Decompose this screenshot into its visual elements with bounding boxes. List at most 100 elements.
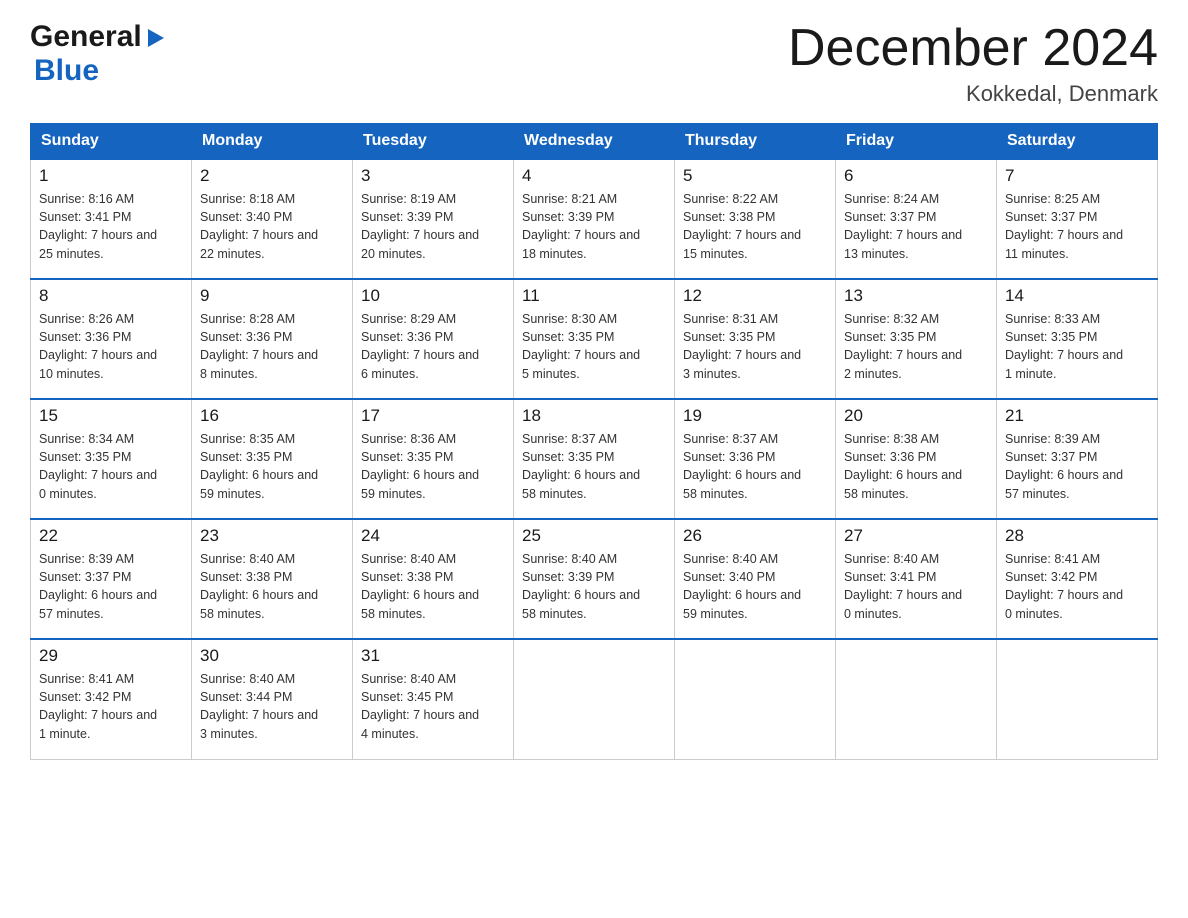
day-number: 16 [200, 406, 344, 426]
day-info: Sunrise: 8:40 AM Sunset: 3:38 PM Dayligh… [200, 550, 344, 623]
calendar-cell: 8 Sunrise: 8:26 AM Sunset: 3:36 PM Dayli… [31, 279, 192, 399]
week-row-2: 8 Sunrise: 8:26 AM Sunset: 3:36 PM Dayli… [31, 279, 1158, 399]
day-number: 26 [683, 526, 827, 546]
day-number: 13 [844, 286, 988, 306]
page-header: General Blue December 2024 Kokkedal, Den… [30, 20, 1158, 107]
calendar-cell: 29 Sunrise: 8:41 AM Sunset: 3:42 PM Dayl… [31, 639, 192, 759]
logo-blue-text: Blue [34, 54, 99, 87]
calendar-cell: 26 Sunrise: 8:40 AM Sunset: 3:40 PM Dayl… [675, 519, 836, 639]
calendar-cell: 19 Sunrise: 8:37 AM Sunset: 3:36 PM Dayl… [675, 399, 836, 519]
day-info: Sunrise: 8:22 AM Sunset: 3:38 PM Dayligh… [683, 190, 827, 263]
day-info: Sunrise: 8:28 AM Sunset: 3:36 PM Dayligh… [200, 310, 344, 383]
day-info: Sunrise: 8:39 AM Sunset: 3:37 PM Dayligh… [39, 550, 183, 623]
calendar-cell: 6 Sunrise: 8:24 AM Sunset: 3:37 PM Dayli… [836, 159, 997, 279]
day-number: 12 [683, 286, 827, 306]
day-info: Sunrise: 8:40 AM Sunset: 3:38 PM Dayligh… [361, 550, 505, 623]
calendar-cell [836, 639, 997, 759]
calendar-subtitle: Kokkedal, Denmark [788, 81, 1158, 107]
day-info: Sunrise: 8:41 AM Sunset: 3:42 PM Dayligh… [1005, 550, 1149, 623]
day-number: 28 [1005, 526, 1149, 546]
calendar-cell: 2 Sunrise: 8:18 AM Sunset: 3:40 PM Dayli… [192, 159, 353, 279]
week-row-5: 29 Sunrise: 8:41 AM Sunset: 3:42 PM Dayl… [31, 639, 1158, 759]
calendar-cell: 24 Sunrise: 8:40 AM Sunset: 3:38 PM Dayl… [353, 519, 514, 639]
day-number: 18 [522, 406, 666, 426]
day-number: 19 [683, 406, 827, 426]
calendar-cell: 17 Sunrise: 8:36 AM Sunset: 3:35 PM Dayl… [353, 399, 514, 519]
calendar-cell: 5 Sunrise: 8:22 AM Sunset: 3:38 PM Dayli… [675, 159, 836, 279]
header-friday: Friday [836, 124, 997, 160]
day-number: 23 [200, 526, 344, 546]
logo-general-text: General [30, 20, 142, 54]
day-number: 20 [844, 406, 988, 426]
calendar-cell: 27 Sunrise: 8:40 AM Sunset: 3:41 PM Dayl… [836, 519, 997, 639]
day-number: 10 [361, 286, 505, 306]
calendar-cell: 7 Sunrise: 8:25 AM Sunset: 3:37 PM Dayli… [997, 159, 1158, 279]
day-info: Sunrise: 8:40 AM Sunset: 3:45 PM Dayligh… [361, 670, 505, 743]
calendar-cell: 25 Sunrise: 8:40 AM Sunset: 3:39 PM Dayl… [514, 519, 675, 639]
day-info: Sunrise: 8:18 AM Sunset: 3:40 PM Dayligh… [200, 190, 344, 263]
calendar-cell: 12 Sunrise: 8:31 AM Sunset: 3:35 PM Dayl… [675, 279, 836, 399]
calendar-cell: 18 Sunrise: 8:37 AM Sunset: 3:35 PM Dayl… [514, 399, 675, 519]
day-number: 30 [200, 646, 344, 666]
calendar-cell: 1 Sunrise: 8:16 AM Sunset: 3:41 PM Dayli… [31, 159, 192, 279]
day-number: 27 [844, 526, 988, 546]
calendar-cell [514, 639, 675, 759]
day-info: Sunrise: 8:37 AM Sunset: 3:35 PM Dayligh… [522, 430, 666, 503]
calendar-cell [675, 639, 836, 759]
day-info: Sunrise: 8:39 AM Sunset: 3:37 PM Dayligh… [1005, 430, 1149, 503]
header-monday: Monday [192, 124, 353, 160]
calendar-cell: 16 Sunrise: 8:35 AM Sunset: 3:35 PM Dayl… [192, 399, 353, 519]
day-info: Sunrise: 8:31 AM Sunset: 3:35 PM Dayligh… [683, 310, 827, 383]
day-info: Sunrise: 8:21 AM Sunset: 3:39 PM Dayligh… [522, 190, 666, 263]
day-number: 8 [39, 286, 183, 306]
calendar-cell: 20 Sunrise: 8:38 AM Sunset: 3:36 PM Dayl… [836, 399, 997, 519]
day-info: Sunrise: 8:26 AM Sunset: 3:36 PM Dayligh… [39, 310, 183, 383]
logo-triangle-icon [144, 27, 166, 49]
title-area: December 2024 Kokkedal, Denmark [788, 20, 1158, 107]
day-info: Sunrise: 8:32 AM Sunset: 3:35 PM Dayligh… [844, 310, 988, 383]
day-number: 15 [39, 406, 183, 426]
day-number: 5 [683, 166, 827, 186]
calendar-cell: 23 Sunrise: 8:40 AM Sunset: 3:38 PM Dayl… [192, 519, 353, 639]
day-number: 9 [200, 286, 344, 306]
calendar-cell: 14 Sunrise: 8:33 AM Sunset: 3:35 PM Dayl… [997, 279, 1158, 399]
day-number: 7 [1005, 166, 1149, 186]
calendar-cell [997, 639, 1158, 759]
day-info: Sunrise: 8:25 AM Sunset: 3:37 PM Dayligh… [1005, 190, 1149, 263]
day-info: Sunrise: 8:24 AM Sunset: 3:37 PM Dayligh… [844, 190, 988, 263]
day-info: Sunrise: 8:40 AM Sunset: 3:44 PM Dayligh… [200, 670, 344, 743]
day-number: 4 [522, 166, 666, 186]
day-number: 2 [200, 166, 344, 186]
day-number: 11 [522, 286, 666, 306]
day-info: Sunrise: 8:33 AM Sunset: 3:35 PM Dayligh… [1005, 310, 1149, 383]
day-number: 25 [522, 526, 666, 546]
day-info: Sunrise: 8:38 AM Sunset: 3:36 PM Dayligh… [844, 430, 988, 503]
calendar-cell: 4 Sunrise: 8:21 AM Sunset: 3:39 PM Dayli… [514, 159, 675, 279]
days-header-row: Sunday Monday Tuesday Wednesday Thursday… [31, 124, 1158, 160]
week-row-1: 1 Sunrise: 8:16 AM Sunset: 3:41 PM Dayli… [31, 159, 1158, 279]
day-info: Sunrise: 8:40 AM Sunset: 3:39 PM Dayligh… [522, 550, 666, 623]
day-info: Sunrise: 8:30 AM Sunset: 3:35 PM Dayligh… [522, 310, 666, 383]
week-row-3: 15 Sunrise: 8:34 AM Sunset: 3:35 PM Dayl… [31, 399, 1158, 519]
day-number: 6 [844, 166, 988, 186]
calendar-cell: 28 Sunrise: 8:41 AM Sunset: 3:42 PM Dayl… [997, 519, 1158, 639]
calendar-table: Sunday Monday Tuesday Wednesday Thursday… [30, 123, 1158, 760]
calendar-cell: 30 Sunrise: 8:40 AM Sunset: 3:44 PM Dayl… [192, 639, 353, 759]
calendar-cell: 13 Sunrise: 8:32 AM Sunset: 3:35 PM Dayl… [836, 279, 997, 399]
day-number: 17 [361, 406, 505, 426]
day-info: Sunrise: 8:16 AM Sunset: 3:41 PM Dayligh… [39, 190, 183, 263]
header-sunday: Sunday [31, 124, 192, 160]
header-wednesday: Wednesday [514, 124, 675, 160]
calendar-cell: 31 Sunrise: 8:40 AM Sunset: 3:45 PM Dayl… [353, 639, 514, 759]
day-number: 24 [361, 526, 505, 546]
calendar-cell: 22 Sunrise: 8:39 AM Sunset: 3:37 PM Dayl… [31, 519, 192, 639]
day-info: Sunrise: 8:35 AM Sunset: 3:35 PM Dayligh… [200, 430, 344, 503]
calendar-cell: 9 Sunrise: 8:28 AM Sunset: 3:36 PM Dayli… [192, 279, 353, 399]
header-saturday: Saturday [997, 124, 1158, 160]
day-info: Sunrise: 8:37 AM Sunset: 3:36 PM Dayligh… [683, 430, 827, 503]
day-number: 3 [361, 166, 505, 186]
day-info: Sunrise: 8:40 AM Sunset: 3:40 PM Dayligh… [683, 550, 827, 623]
calendar-cell: 3 Sunrise: 8:19 AM Sunset: 3:39 PM Dayli… [353, 159, 514, 279]
logo: General Blue [30, 20, 166, 88]
day-number: 31 [361, 646, 505, 666]
